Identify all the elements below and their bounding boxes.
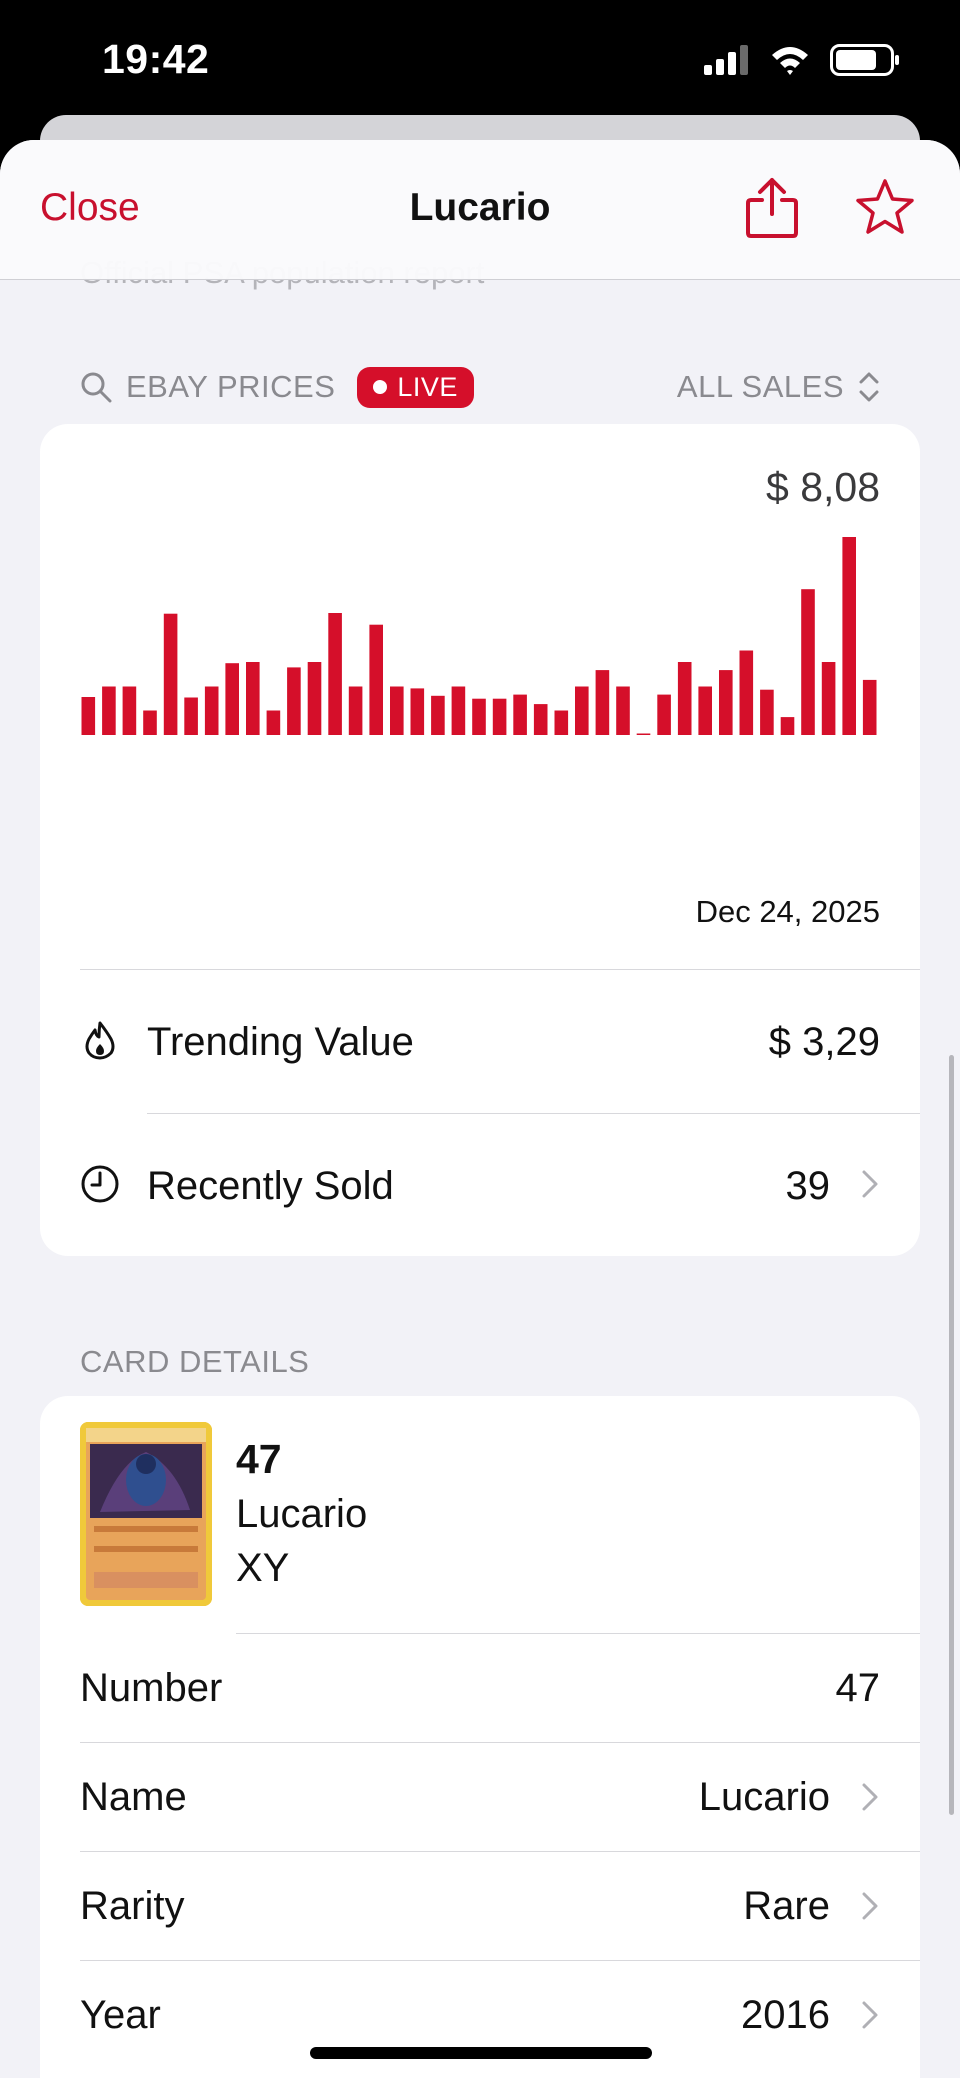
card-name-heading: Lucario <box>236 1492 368 1536</box>
chevron-right-icon <box>862 1892 878 1920</box>
chevron-right-icon <box>862 2001 878 2029</box>
price-chart[interactable] <box>40 424 920 884</box>
detail-value: 47 <box>835 1666 881 1710</box>
sales-filter-label: ALL SALES <box>676 369 844 404</box>
chart-bar[interactable] <box>143 710 157 736</box>
detail-value: Lucario <box>698 1775 830 1819</box>
chart-bar[interactable] <box>410 688 425 735</box>
scroll-indicator[interactable] <box>949 1055 954 1815</box>
flame-icon <box>85 1021 115 1060</box>
chevron-up-down-icon <box>859 372 879 402</box>
chart-bar[interactable] <box>102 686 116 736</box>
ebay-prices-label: EBAY PRICES <box>126 369 336 404</box>
live-badge-label: LIVE <box>397 371 458 402</box>
card-art-image <box>80 1422 212 1606</box>
chart-bar[interactable] <box>657 694 671 735</box>
detail-row-rarity[interactable]: Rarity Rare <box>40 1852 920 1960</box>
ebay-prices-header: EBAY PRICES LIVE <box>80 366 474 408</box>
chart-bar[interactable] <box>81 697 96 735</box>
chart-bar[interactable] <box>163 613 178 735</box>
chevron-right-icon <box>862 1783 878 1811</box>
chart-bar[interactable] <box>390 686 404 736</box>
detail-sheet: Close Lucario Official PSA population re… <box>0 140 960 2078</box>
chart-bar[interactable] <box>472 698 486 735</box>
card-set-heading: XY <box>236 1546 290 1590</box>
chart-bar[interactable] <box>677 662 692 735</box>
chart-bar[interactable] <box>204 686 219 736</box>
trending-value-label: Trending Value <box>147 1020 414 1064</box>
chart-bar[interactable] <box>225 663 239 735</box>
chart-bar[interactable] <box>122 686 137 736</box>
detail-label: Rarity <box>80 1884 185 1928</box>
chart-bar[interactable] <box>266 710 281 736</box>
detail-label: Name <box>80 1775 187 1819</box>
chart-bar[interactable] <box>760 689 774 735</box>
chart-bar[interactable] <box>533 704 548 735</box>
chart-bar[interactable] <box>246 662 260 735</box>
detail-value: Rare <box>743 1884 830 1928</box>
chart-bar[interactable] <box>719 670 733 735</box>
chart-bar[interactable] <box>739 650 754 736</box>
trending-value-row: Trending Value $ 3,29 <box>40 970 920 1110</box>
cellular-signal-icon <box>704 45 748 75</box>
chart-bar[interactable] <box>348 686 363 736</box>
status-time: 19:42 <box>102 36 210 82</box>
chart-bar[interactable] <box>369 624 383 735</box>
card-thumbnail[interactable] <box>80 1422 212 1606</box>
recently-sold-count: 39 <box>785 1164 831 1208</box>
detail-label: Number <box>80 1666 223 1710</box>
chart-bar[interactable] <box>287 667 301 735</box>
chart-bar[interactable] <box>307 662 322 735</box>
share-icon[interactable] <box>745 176 799 240</box>
chart-bar[interactable] <box>595 670 610 735</box>
ebay-prices-card: $ 8,08 Dec 24, 2025 Trending Value $ 3,2… <box>40 424 920 1256</box>
detail-label: Year <box>80 1993 161 2037</box>
battery-icon <box>830 44 899 76</box>
detail-row-name[interactable]: Name Lucario <box>40 1743 920 1851</box>
card-details-header: CARD DETAILS <box>80 1344 310 1379</box>
chart-bar[interactable] <box>821 662 836 735</box>
card-details-card: 47 Lucario XY Number 47 Name Lucario Rar… <box>40 1396 920 2078</box>
nav-bar: Close Lucario <box>0 140 960 280</box>
chart-bar[interactable] <box>451 686 466 736</box>
chart-bar[interactable] <box>328 613 342 735</box>
status-bar: 19:42 <box>0 0 960 130</box>
chart-bar[interactable] <box>801 589 815 735</box>
chart-bar[interactable] <box>616 686 630 736</box>
sales-filter-select[interactable]: ALL SALES <box>677 367 880 407</box>
chart-bar[interactable] <box>862 679 877 735</box>
chart-bar[interactable] <box>513 694 527 735</box>
recently-sold-label: Recently Sold <box>147 1164 394 1208</box>
status-icons <box>704 44 900 76</box>
chart-bar[interactable] <box>780 717 795 735</box>
chevron-right-icon <box>862 1170 878 1198</box>
trending-value: $ 3,29 <box>768 1020 880 1064</box>
chart-date-label: Dec 24, 2025 <box>695 894 880 929</box>
detail-value: 2016 <box>741 1993 830 2037</box>
chart-bar[interactable] <box>492 698 507 735</box>
chart-bar[interactable] <box>554 710 569 736</box>
chart-bar[interactable] <box>431 695 445 735</box>
star-icon[interactable] <box>855 178 915 238</box>
chart-bar[interactable] <box>842 537 856 735</box>
live-dot-icon <box>373 380 388 394</box>
home-indicator[interactable] <box>310 2047 652 2059</box>
chart-bar[interactable] <box>575 686 589 736</box>
card-number-heading: 47 <box>236 1436 282 1482</box>
clock-icon <box>81 1165 119 1203</box>
chart-bar[interactable] <box>184 697 198 736</box>
chart-bar[interactable] <box>636 733 651 736</box>
page-title: Lucario <box>409 186 551 229</box>
wifi-icon <box>772 47 808 75</box>
recently-sold-row[interactable]: Recently Sold 39 <box>40 1114 920 1254</box>
detail-row-number: Number 47 <box>40 1634 920 1742</box>
chart-bar[interactable] <box>698 686 712 736</box>
search-icon <box>81 372 112 403</box>
live-badge: LIVE <box>357 366 474 408</box>
